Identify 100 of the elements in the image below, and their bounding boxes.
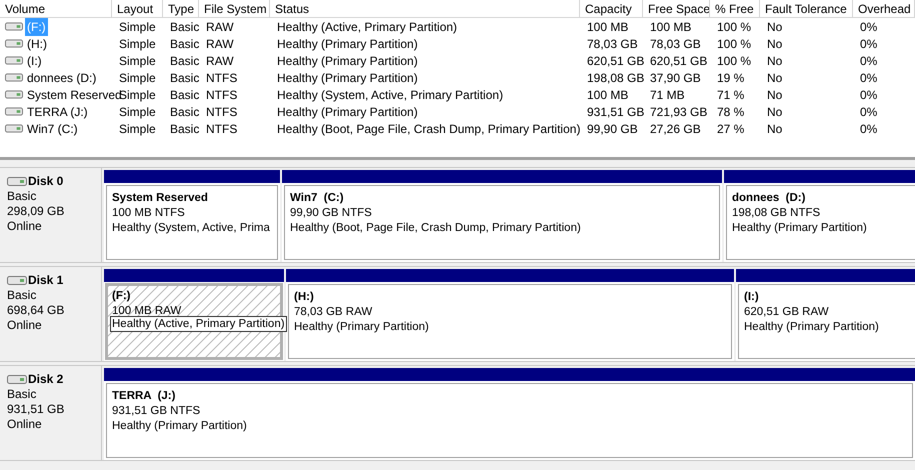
table-cell-text: Basic <box>169 36 200 52</box>
table-cell-text: 620,51 GB <box>649 52 708 70</box>
partition-title: (I:) <box>744 290 759 305</box>
table-cell-text: TERRA (J:) <box>26 104 89 120</box>
table-cell-text: 100 % <box>716 36 752 52</box>
table-cell-text: No <box>766 104 784 120</box>
drive-icon <box>7 375 27 384</box>
table-cell-text: 19 % <box>716 70 746 86</box>
partition-title: Win7 (C:) <box>290 191 344 206</box>
table-cell-text: 27,26 GB <box>649 120 702 138</box>
volume-row[interactable]: donnees (D:) Simple Basic NTFS Healthy (Primary Partition) 198,08 GB 37,90 GB 19 % No 0% <box>0 69 915 86</box>
column-header[interactable]: Status <box>270 0 580 17</box>
partition-info: 198,08 GB NTFS <box>732 206 820 221</box>
partition-info: 620,51 GB RAW <box>744 305 829 320</box>
partition-info: 100 MB RAW <box>112 304 182 318</box>
disk-type: Basic <box>7 387 38 402</box>
partition-box[interactable]: donnees (D:) 198,08 GB NTFS Healthy (Primary Partition) <box>726 185 915 260</box>
partition-title: System Reserved <box>112 191 208 206</box>
table-cell-text: 100 % <box>716 18 752 36</box>
column-header[interactable]: Capacity <box>580 0 643 17</box>
table-cell-text: NTFS <box>205 86 238 104</box>
disk-state: Online <box>7 417 43 432</box>
table-cell-text: 71 % <box>716 86 746 104</box>
drive-icon <box>5 107 23 116</box>
partition-box[interactable]: System Reserved 100 MB NTFS Healthy (System, Active, Prima <box>106 185 278 260</box>
table-cell-text: Simple <box>118 36 157 52</box>
partition-box[interactable]: Win7 (C:) 99,90 GB NTFS Healthy (Boot, Page File, Crash Dump, Primary Partition) <box>284 185 720 260</box>
table-cell-text: Healthy (Boot, Page File, Crash Dump, Primary Partition) <box>276 120 582 138</box>
table-cell-text: 78,03 GB <box>649 36 702 52</box>
table-cell-text: 78 % <box>716 104 746 120</box>
partition-status: Healthy (Primary Partition) <box>732 221 867 236</box>
table-cell-text: Simple <box>118 18 157 36</box>
table-cell-text: Basic <box>169 70 200 86</box>
volume-row[interactable]: (H:) Simple Basic RAW Healthy (Primary Partition) 78,03 GB 78,03 GB 100 % No 0% <box>0 35 915 52</box>
table-cell-text: 721,93 GB <box>649 104 708 120</box>
table-cell-text: No <box>766 18 784 36</box>
table-cell-text: Healthy (Primary Partition) <box>276 52 419 70</box>
table-cell-text: Simple <box>118 104 157 120</box>
table-cell-text: No <box>766 120 784 138</box>
table-cell-text: 99,90 GB <box>586 120 639 138</box>
disk-name: Disk 2 <box>28 372 64 387</box>
column-header[interactable]: Volume <box>0 0 112 17</box>
table-cell-text: Basic <box>169 86 200 104</box>
table-cell-text: Healthy (Active, Primary Partition) <box>276 18 458 36</box>
table-cell-text: Healthy (Primary Partition) <box>276 104 419 120</box>
table-cell-text: No <box>766 86 784 104</box>
partition-box[interactable]: (H:) 78,03 GB RAW Healthy (Primary Partition) <box>288 284 732 359</box>
table-cell-text: 620,51 GB <box>586 52 646 70</box>
drive-icon <box>5 73 23 82</box>
volume-row[interactable]: (I:) Simple Basic RAW Healthy (Primary Partition) 620,51 GB 620,51 GB 100 % No 0% <box>0 52 915 69</box>
table-cell-text: 0% <box>859 36 878 52</box>
column-header[interactable]: % Free <box>710 0 760 17</box>
table-cell-text: 78,03 GB <box>586 36 639 52</box>
table-cell-text: 0% <box>859 52 878 70</box>
column-header[interactable]: File System <box>199 0 270 17</box>
table-cell-text: 0% <box>859 70 878 86</box>
volume-row[interactable]: (F:) Simple Basic RAW Healthy (Active, Primary Partition) 100 MB 100 MB 100 % No 0% <box>0 18 915 35</box>
disk-state: Online <box>7 318 43 333</box>
drive-icon <box>5 124 23 133</box>
partition-info: 931,51 GB NTFS <box>112 404 200 419</box>
disk-state: Online <box>7 219 43 234</box>
partition-box[interactable]: TERRA (J:) 931,51 GB NTFS Healthy (Primary Partition) <box>106 383 913 458</box>
disk-type: Basic <box>7 189 38 204</box>
column-header[interactable]: Layout <box>112 0 163 17</box>
table-cell-text: No <box>766 70 784 86</box>
table-cell-text: No <box>766 36 784 52</box>
table-cell-text: 0% <box>859 104 878 120</box>
disk-type: Basic <box>7 288 38 303</box>
partition-status: Healthy (System, Active, Prima <box>112 221 270 236</box>
table-cell-text: 0% <box>859 18 878 36</box>
table-cell-text: Win7 (C:) <box>26 120 79 138</box>
table-cell-text: NTFS <box>205 70 238 86</box>
volume-row[interactable]: TERRA (J:) Simple Basic NTFS Healthy (Primary Partition) 931,51 GB 721,93 GB 78 % No 0% <box>0 103 915 120</box>
table-cell: (F:) <box>25 18 48 36</box>
table-cell-text: 0% <box>859 120 878 138</box>
table-cell-text: 0% <box>859 86 878 104</box>
column-header[interactable]: Overhead <box>853 0 915 17</box>
partition-status: Healthy (Active, Primary Partition) <box>110 316 287 332</box>
table-cell-text: 100 MB <box>586 86 630 104</box>
column-header[interactable]: Fault Tolerance <box>760 0 853 17</box>
table-cell-text: RAW <box>205 18 235 36</box>
table-cell-text: Healthy (Primary Partition) <box>276 36 419 52</box>
table-cell-text: 37,90 GB <box>649 70 702 86</box>
drive-icon <box>5 56 23 65</box>
partition-title: TERRA (J:) <box>112 389 176 404</box>
table-cell-text: 71 MB <box>649 86 686 104</box>
table-cell-text: Healthy (System, Active, Primary Partition) <box>276 86 504 104</box>
partition-status: Healthy (Boot, Page File, Crash Dump, Primary Partition) <box>290 221 581 236</box>
drive-icon <box>7 276 27 285</box>
partition-status: Healthy (Primary Partition) <box>744 320 879 335</box>
table-cell-text: (H:) <box>26 36 48 52</box>
table-cell-text: (I:) <box>26 52 43 70</box>
partition-status: Healthy (Primary Partition) <box>294 320 429 335</box>
table-cell-text: No <box>766 52 784 70</box>
volume-row[interactable]: Win7 (C:) Simple Basic NTFS Healthy (Boot, Page File, Crash Dump, Primary Partition) 99,90 GB 27,26 GB 27 % No 0% <box>0 120 915 137</box>
volume-row[interactable]: System ReservedSimple Basic NTFS Healthy (System, Active, Primary Partition) 100 MB 71 MB 71 % No 0% <box>0 86 915 103</box>
column-header[interactable]: Type <box>163 0 199 17</box>
partition-box[interactable]: (I:) 620,51 GB RAW Healthy (Primary Partition) <box>738 284 915 359</box>
table-cell-text: Basic <box>169 52 200 70</box>
table-cell-text: NTFS <box>205 104 238 120</box>
